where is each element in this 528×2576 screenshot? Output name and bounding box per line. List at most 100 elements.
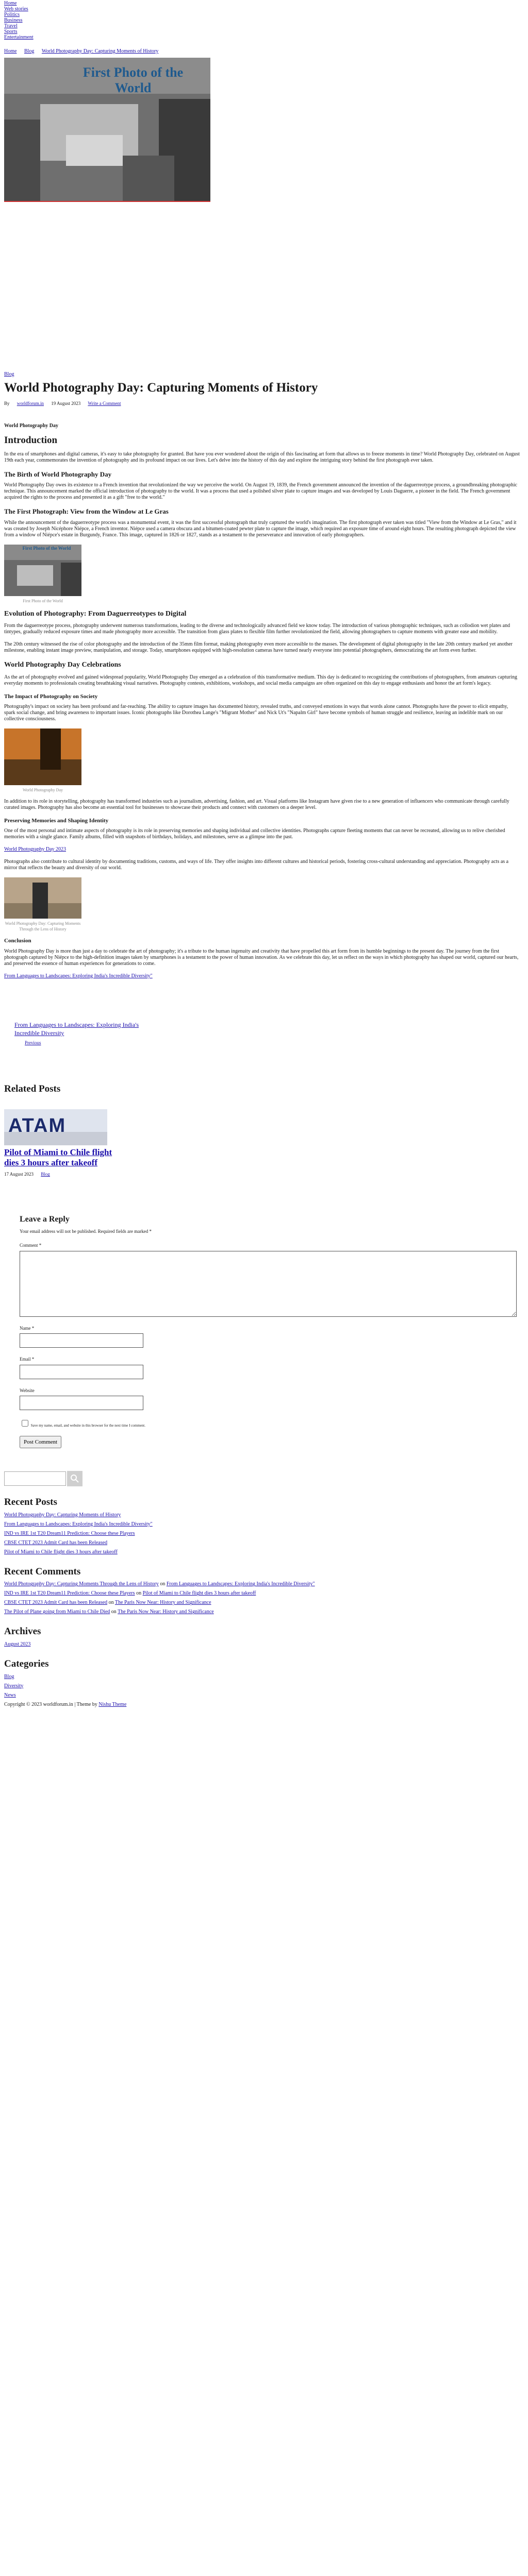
world-photography-day-2023-link[interactable]: World Photography Day 2023 <box>4 846 66 852</box>
preserving-heading: Preserving Memories and Shaping Identity <box>4 817 109 824</box>
email-input[interactable] <box>20 1364 143 1379</box>
related-inline-link[interactable]: From Languages to Landscapes: Exploring … <box>4 973 153 979</box>
leave-reply-heading: Leave a Reply <box>20 1215 70 1224</box>
breadcrumb-blog[interactable]: Blog <box>24 48 34 54</box>
comment-author-link[interactable]: IND vs IRE 1st T20 Dream11 Prediction: C… <box>4 1590 135 1596</box>
impact-paragraph: Photography's impact on society has been… <box>4 704 508 722</box>
website-label: Website <box>20 1387 35 1393</box>
top-category-business[interactable]: Business <box>4 18 524 23</box>
top-category-sports[interactable]: Sports <box>4 29 524 35</box>
search-input[interactable] <box>4 1471 66 1486</box>
name-input[interactable] <box>20 1333 143 1348</box>
conclusion-paragraph: World Photography Day is more than just … <box>4 948 519 967</box>
sidebar: Recent Posts World Photography Day: Capt… <box>4 1471 524 1699</box>
top-category-travel[interactable]: Travel <box>4 23 524 29</box>
recent-comment-item: CBSE CTET 2023 Admit Card has been Relea… <box>4 1599 524 1606</box>
recent-post-link[interactable]: World Photography Day: Capturing Moments… <box>4 1512 121 1518</box>
category-link[interactable]: News <box>4 1692 16 1698</box>
figure-capturing-moments-image <box>4 877 81 919</box>
website-input[interactable] <box>20 1396 143 1411</box>
archives-heading: Archives <box>4 1626 41 1637</box>
article-body: World Photography Day Introduction In th… <box>4 422 524 979</box>
previous-post-link[interactable]: Previous <box>14 1040 524 1046</box>
comment-on-label: on <box>136 1590 142 1597</box>
recent-post-link[interactable]: IND vs IRE 1st T20 Dream11 Prediction: C… <box>4 1531 135 1536</box>
comment-textarea[interactable] <box>20 1250 517 1317</box>
comment-on-label: on <box>160 1581 166 1587</box>
top-category-entertainment[interactable]: Entertainment <box>4 35 524 40</box>
first-photo-paragraph: While the announcement of the daguerreot… <box>4 519 517 538</box>
categories-heading: Categories <box>4 1658 49 1669</box>
page: Home Web stories Politics Business Trave… <box>0 0 528 1708</box>
save-info-label: Save my name, email, and website in this… <box>30 1423 145 1428</box>
category-link[interactable]: Diversity <box>4 1683 23 1689</box>
top-category-home[interactable]: Home <box>4 1 524 6</box>
recent-comments-list: World Photography Day: Capturing Moments… <box>4 1581 524 1616</box>
celebrations-heading: World Photography Day Celebrations <box>4 661 121 669</box>
comment-author-link[interactable]: World Photography Day: Capturing Moments… <box>4 1581 159 1587</box>
comment-author-link[interactable]: CBSE CTET 2023 Admit Card has been Relea… <box>4 1600 107 1605</box>
figure-world-photography-day-caption: World Photography Day <box>22 788 63 793</box>
preserving-paragraph: One of the most personal and intimate as… <box>4 827 505 840</box>
comment-on-label: on <box>111 1609 117 1615</box>
email-label: Email * <box>20 1357 35 1362</box>
write-comment-link[interactable]: Write a Comment <box>88 401 121 406</box>
save-info-checkbox[interactable] <box>22 1420 28 1427</box>
author-link[interactable]: worldforum.in <box>17 401 44 406</box>
next-post-link[interactable]: From Languages to Landscapes: Exploring … <box>14 1021 148 1038</box>
intro-heading: Introduction <box>4 434 58 446</box>
post-comment-button[interactable]: Post Comment <box>20 1436 62 1449</box>
recent-comments-heading: Recent Comments <box>4 1566 81 1577</box>
site-footer: Copyright © 2023 worldforum.in | Theme b… <box>4 1701 524 1708</box>
recent-comment-item: IND vs IRE 1st T20 Dream11 Prediction: C… <box>4 1590 524 1597</box>
comment-author-link[interactable]: The Pilot of Plane going from Miami to C… <box>4 1609 110 1615</box>
comment-post-link[interactable]: From Languages to Landscapes: Exploring … <box>167 1581 315 1587</box>
related-post-title[interactable]: Pilot of Miami to Chile flight dies 3 ho… <box>4 1147 112 1168</box>
category-link[interactable]: Blog <box>4 1674 14 1680</box>
conclusion-heading: Conclusion <box>4 938 31 944</box>
recent-post-link[interactable]: CBSE CTET 2023 Admit Card has been Relea… <box>4 1540 107 1546</box>
recent-post-link[interactable]: Pilot of Miami to Chile flight dies 3 ho… <box>4 1549 118 1555</box>
breadcrumb-current[interactable]: World Photography Day: Capturing Moments… <box>42 48 158 54</box>
figure-capturing-moments-caption: World Photography Day: Capturing Moments… <box>5 921 81 932</box>
recent-comment-item: World Photography Day: Capturing Moments… <box>4 1581 524 1588</box>
search-form <box>4 1471 524 1487</box>
first-photo-heading: The First Photograph: View from the Wind… <box>4 507 169 516</box>
top-category-politics[interactable]: Politics <box>4 12 524 18</box>
birth-heading: The Birth of World Photography Day <box>4 470 112 479</box>
copyright-text: Copyright © 2023 worldforum.in | Theme b… <box>4 1701 97 1707</box>
post-category-link[interactable]: Blog <box>4 371 14 377</box>
keyword-heading: World Photography Day <box>4 422 59 429</box>
featured-image-title: First Photo of the World <box>82 65 184 95</box>
recent-comment-item: The Pilot of Plane going from Miami to C… <box>4 1608 524 1616</box>
comment-post-link[interactable]: The Paris Now Near: History and Signific… <box>118 1609 214 1615</box>
comment-post-link[interactable]: Pilot of Miami to Chile flight dies 3 ho… <box>143 1590 256 1596</box>
comment-post-link[interactable]: The Paris Now Near: History and Signific… <box>115 1600 211 1605</box>
related-post-image[interactable]: ATAM <box>4 1109 107 1146</box>
post-date: 19 August 2023 <box>51 401 81 406</box>
comment-form: Leave a Reply Your email address will no… <box>4 1214 524 1449</box>
byline-label: By <box>4 401 10 406</box>
post-navigation: From Languages to Landscapes: Exploring … <box>4 1021 524 1046</box>
figure-world-photography-day-image <box>4 728 81 786</box>
figure-first-photo-image: First Photo of the World <box>4 544 81 596</box>
celebrations-paragraph: As the art of photography evolved and ga… <box>4 674 517 686</box>
breadcrumb-home[interactable]: Home <box>4 48 16 54</box>
related-post-category[interactable]: Blog <box>41 1172 50 1177</box>
top-category-web-stories[interactable]: Web stories <box>4 6 524 12</box>
search-button[interactable] <box>67 1471 82 1487</box>
impact-heading: The Impact of Photography on Society <box>4 693 98 700</box>
post-title: World Photography Day: Capturing Moments… <box>4 381 318 395</box>
comment-on-label: on <box>108 1600 114 1606</box>
top-category-list: Home Web stories Politics Business Trave… <box>4 0 524 40</box>
figure-first-photo-caption: First Photo of the World <box>23 598 63 603</box>
archive-link[interactable]: August 2023 <box>4 1641 30 1647</box>
search-icon <box>71 1475 79 1483</box>
recent-post-link[interactable]: From Languages to Landscapes: Exploring … <box>4 1521 153 1527</box>
figure-capturing-moments: World Photography Day: Capturing Moments… <box>4 877 81 932</box>
evolution-paragraph-1: From the daguerreotype process, photogra… <box>4 623 510 635</box>
related-post-meta: 17 August 2023 Blog <box>4 1171 524 1178</box>
theme-link[interactable]: Nishu Theme <box>98 1702 126 1707</box>
figure-first-photo: First Photo of the World First Photo of … <box>4 544 81 604</box>
figure-first-photo-title: First Photo of the World <box>22 545 71 551</box>
